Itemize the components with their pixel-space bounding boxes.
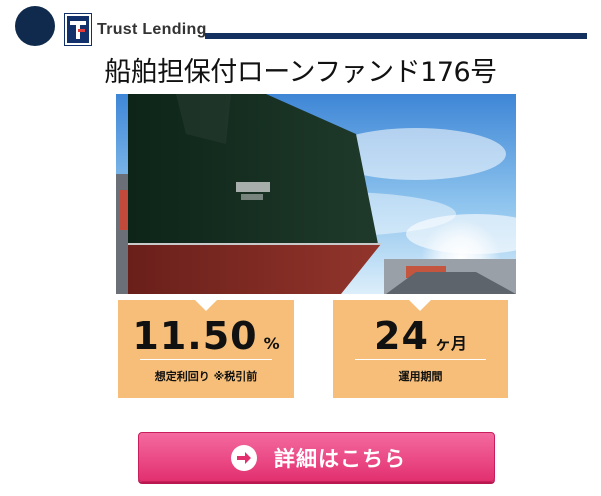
yield-divider (140, 359, 272, 360)
ship-hull-photo (116, 94, 516, 294)
yield-value-row: 11.50% (118, 314, 294, 358)
hero-image (116, 94, 516, 294)
yield-card-notch (195, 300, 217, 311)
header-rule (205, 33, 587, 39)
yield-unit: % (263, 334, 280, 353)
term-unit: ヶ月 (434, 334, 467, 353)
yield-card: 11.50% 想定利回り ※税引前 (118, 300, 294, 398)
term-card-notch (409, 300, 431, 311)
term-card: 24 ヶ月 運用期間 (333, 300, 508, 398)
trust-lending-logo-icon[interactable] (64, 13, 92, 46)
yield-label: 想定利回り ※税引前 (154, 370, 258, 383)
page-title: 船舶担保付ローンファンド176号 (104, 57, 497, 88)
term-divider (355, 359, 486, 360)
term-label: 運用期間 (398, 370, 443, 383)
arrow-right-circle-icon (231, 445, 257, 471)
details-button[interactable]: 詳細はこちら (138, 432, 495, 482)
term-value-row: 24 ヶ月 (333, 314, 508, 358)
header-circle-mark (15, 6, 55, 46)
term-value: 24 (374, 314, 429, 358)
details-button-label: 詳細はこちら (274, 447, 406, 471)
brand-name[interactable]: Trust Lending (97, 21, 207, 39)
yield-value: 11.50 (132, 314, 258, 358)
